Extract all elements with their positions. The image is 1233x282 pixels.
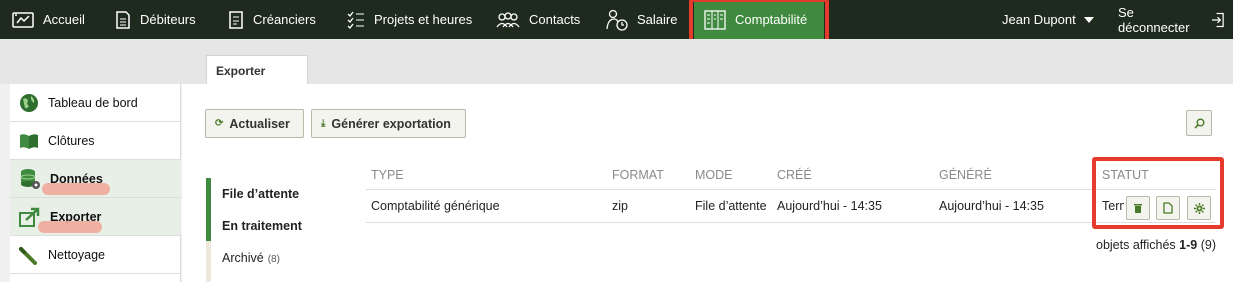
people-icon <box>496 11 520 27</box>
annotation-mark <box>38 221 102 233</box>
sidebar: Tableau de bord Clôtures Données Exporte… <box>10 84 181 282</box>
status-filter-processing[interactable]: En traitement <box>222 219 302 233</box>
column-header-mode[interactable]: MODE <box>695 168 733 182</box>
refresh-label: Actualiser <box>229 116 290 131</box>
pagination-summary: objets affichés 1-9 (9) <box>1096 238 1216 252</box>
top-navigation: Accueil Débiteurs Créanciers Projets et … <box>0 0 1233 39</box>
column-header-generated[interactable]: GÉNÉRÉ <box>939 168 992 182</box>
nav-item-salaire[interactable]: Salaire <box>606 0 677 39</box>
status-filter-archived[interactable]: Archivé (8) <box>222 251 280 265</box>
tab-exporter[interactable]: Exporter <box>206 55 308 85</box>
table-header-divider <box>366 189 1216 190</box>
tab-bar: Exporter <box>0 39 1233 85</box>
ledger-icon <box>704 9 726 30</box>
logout-label: Se déconnecter <box>1118 4 1190 35</box>
nav-item-accueil[interactable]: Accueil <box>12 0 85 39</box>
globe-icon <box>20 93 38 112</box>
cell-format: zip <box>612 199 628 213</box>
broom-icon <box>19 246 37 265</box>
status-filter-label: Archivé <box>222 251 264 265</box>
file-icon <box>1163 202 1173 214</box>
generate-export-button[interactable]: ⤓ Générer exportation <box>311 109 466 138</box>
trash-icon <box>1134 203 1142 213</box>
settings-button[interactable] <box>1187 196 1211 220</box>
sidebar-item-nettoyage[interactable]: Nettoyage <box>10 236 181 274</box>
summary-prefix: objets affichés <box>1096 238 1176 252</box>
sidebar-item-clotures[interactable]: Clôtures <box>10 122 181 160</box>
cell-status: Terminé <box>1102 199 1124 213</box>
user-menu[interactable]: Jean Dupont <box>1002 0 1094 39</box>
sidebar-item-label: Tableau de bord <box>48 95 138 110</box>
table-row-divider <box>366 222 1216 223</box>
document-icon <box>116 10 130 29</box>
nav-label: Contacts <box>529 12 581 27</box>
nav-item-contacts[interactable]: Contacts <box>496 0 580 39</box>
nav-label: Débiteurs <box>140 12 196 27</box>
column-header-format[interactable]: FORMAT <box>612 168 664 182</box>
summary-total: (9) <box>1200 238 1217 252</box>
database-icon <box>20 168 40 189</box>
cell-created: Aujourd’hui - 14:35 <box>777 199 882 213</box>
refresh-icon: ⟳ <box>215 118 224 129</box>
invoice-icon <box>229 10 243 29</box>
status-filter-label: File d’attente <box>222 187 300 201</box>
cell-type: Comptabilité générique <box>371 199 500 213</box>
column-header-created[interactable]: CRÉÉ <box>777 168 812 182</box>
sidebar-item-tableau-de-bord[interactable]: Tableau de bord <box>10 84 181 122</box>
cell-generated: Aujourd’hui - 14:35 <box>939 199 1044 213</box>
nav-label: Comptabilité <box>735 12 808 27</box>
sidebar-item-label: Clôtures <box>48 133 95 148</box>
user-name: Jean Dupont <box>1002 12 1076 27</box>
status-filter-label: En traitement <box>222 219 302 233</box>
logout-link[interactable]: Se déconnecter <box>1118 0 1233 39</box>
gear-icon <box>1193 202 1205 214</box>
dashboard-icon <box>12 11 34 28</box>
search-button[interactable] <box>1186 110 1212 136</box>
download-file-button[interactable] <box>1156 196 1180 220</box>
nav-item-creanciers[interactable]: Créanciers <box>228 0 316 39</box>
download-icon: ⤓ <box>321 118 326 129</box>
nav-label: Projets et heures <box>374 12 473 27</box>
nav-item-debiteurs[interactable]: Débiteurs <box>115 0 196 39</box>
salary-icon <box>606 9 628 31</box>
checklist-icon <box>347 11 364 29</box>
refresh-button[interactable]: ⟳ Actualiser <box>205 109 304 138</box>
nav-label: Créanciers <box>253 12 316 27</box>
search-icon <box>1193 118 1204 129</box>
nav-item-comptabilite[interactable]: Comptabilité <box>694 0 824 39</box>
delete-button[interactable] <box>1126 196 1150 220</box>
status-filter-queue[interactable]: File d’attente <box>222 187 299 201</box>
book-icon <box>20 133 38 149</box>
nav-item-projets[interactable]: Projets et heures <box>347 0 472 39</box>
sidebar-item-label: Nettoyage <box>48 247 105 262</box>
cell-mode: File d’attente <box>695 199 767 213</box>
nav-label: Accueil <box>43 12 85 27</box>
annotation-mark <box>42 183 110 195</box>
chevron-down-icon <box>1083 16 1094 23</box>
generate-label: Générer exportation <box>331 116 451 131</box>
column-header-type[interactable]: TYPE <box>371 168 404 182</box>
column-header-status[interactable]: STATUT <box>1102 168 1149 182</box>
logout-icon <box>1211 12 1224 27</box>
status-filter-indicator-inactive <box>206 241 211 282</box>
nav-label: Salaire <box>637 12 678 27</box>
status-filter-count: (8) <box>267 254 280 265</box>
summary-range: 1-9 <box>1179 238 1198 252</box>
